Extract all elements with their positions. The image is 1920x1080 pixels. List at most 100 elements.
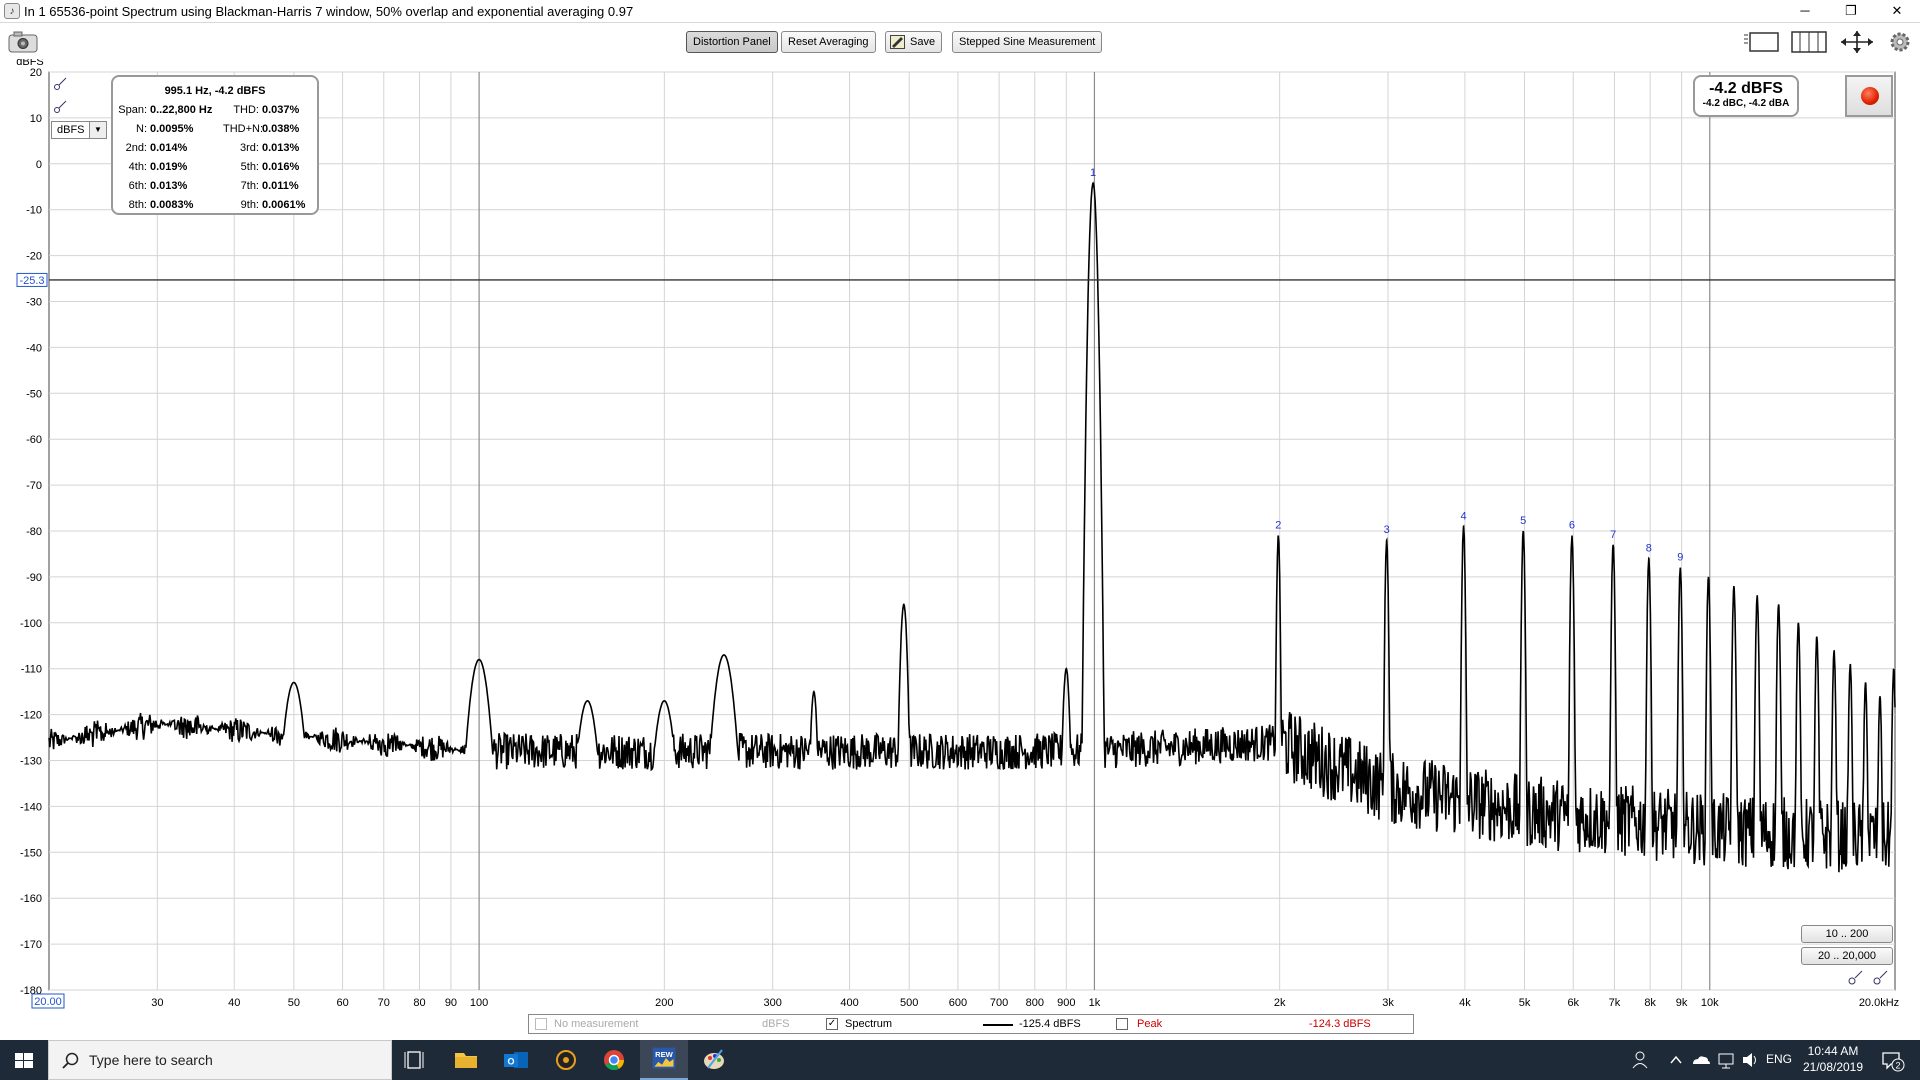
- chevron-up-icon[interactable]: [1668, 1040, 1684, 1080]
- peak-checkbox[interactable]: [1116, 1018, 1128, 1030]
- h6-row: 6th: 0.013%: [117, 180, 188, 192]
- h7-label: 7th:: [240, 180, 259, 192]
- h4-row: 4th: 0.019%: [117, 161, 188, 173]
- onedrive-icon[interactable]: [1690, 1040, 1710, 1080]
- x-tick-label: 3k: [1382, 997, 1394, 1009]
- y-tick-label: -130: [20, 756, 42, 768]
- stepped-sine-button[interactable]: Stepped Sine Measurement: [952, 31, 1103, 53]
- peak-value: -124.3 dBFS: [1309, 1018, 1371, 1030]
- title-bar: ♪ In 1 65536-point Spectrum using Blackm…: [0, 0, 1920, 23]
- x-tick-label: 800: [1026, 997, 1044, 1009]
- gear-icon[interactable]: [1888, 30, 1912, 56]
- people-icon[interactable]: [1630, 1040, 1652, 1080]
- h7-row: 7th: 0.011%: [223, 180, 299, 192]
- restore-button[interactable]: ❐: [1828, 0, 1874, 22]
- h9-row: 9th: 0.0061%: [223, 199, 306, 211]
- file-explorer-icon[interactable]: [442, 1040, 490, 1080]
- camera-icon[interactable]: [8, 31, 38, 57]
- y-tick-label: -10: [26, 205, 42, 217]
- level-cursor-label: -25.3: [19, 275, 44, 287]
- n-row: N: 0.0095%: [117, 123, 193, 135]
- outlook-icon[interactable]: O: [492, 1040, 540, 1080]
- h9-value: 0.0061%: [262, 199, 306, 211]
- h5-label: 5th:: [240, 161, 259, 173]
- network-icon[interactable]: [1716, 1040, 1736, 1080]
- pan-arrows-icon[interactable]: [1838, 29, 1876, 55]
- h6-value: 0.013%: [150, 180, 188, 192]
- thdn-value: 0.038%: [262, 123, 300, 135]
- y-tick-label: -100: [20, 618, 42, 630]
- thdn-label: THD+N:: [223, 123, 264, 135]
- thd-row: THD: 0.037%: [223, 104, 299, 116]
- notification-count: 2: [1895, 1061, 1900, 1071]
- rew-app-icon[interactable]: REW: [640, 1040, 688, 1080]
- x-tick-label: 6k: [1567, 997, 1579, 1009]
- x-tick-label: 9k: [1676, 997, 1688, 1009]
- harmonic-label: 1: [1090, 167, 1096, 179]
- y-tick-label: -80: [26, 526, 42, 538]
- minimize-button[interactable]: ─: [1782, 0, 1828, 22]
- y-tick-label: -160: [20, 893, 42, 905]
- distortion-panel: 995.1 Hz, -4.2 dBFS Span: 0..22,800 Hz TH…: [111, 75, 319, 215]
- app-icon[interactable]: ♪: [4, 3, 20, 19]
- windows-start-icon[interactable]: [0, 1040, 48, 1080]
- range-10-200-button[interactable]: 10 .. 200: [1801, 925, 1893, 943]
- level-sub: -4.2 dBC, -4.2 dBA: [1702, 98, 1790, 109]
- language-indicator[interactable]: ENG: [1766, 1052, 1792, 1066]
- record-button[interactable]: [1845, 75, 1893, 117]
- close-button[interactable]: ✕: [1874, 0, 1920, 22]
- y-tick-label: -50: [26, 388, 42, 400]
- save-button[interactable]: Save: [885, 31, 943, 53]
- harmonic-label: 2: [1275, 520, 1281, 532]
- unit-select[interactable]: dBFS ▼: [51, 121, 107, 139]
- unit-select-value: dBFS: [57, 124, 85, 136]
- save-icon: [890, 35, 905, 49]
- taskbar-search[interactable]: Type here to search: [48, 1040, 392, 1080]
- no-measurement-label: No measurement: [554, 1018, 639, 1030]
- x-tick-label: 2k: [1274, 997, 1286, 1009]
- h9-label: 9th:: [240, 199, 259, 211]
- search-icon: [62, 1052, 79, 1069]
- distortion-header: 995.1 Hz, -4.2 dBFS: [164, 85, 266, 97]
- x-tick-label: 60: [336, 997, 348, 1009]
- h2-label: 2nd:: [125, 142, 147, 154]
- h2-value: 0.014%: [150, 142, 188, 154]
- x-tick-label: 80: [413, 997, 425, 1009]
- clock[interactable]: 10:44 AM 21/08/2019: [1800, 1044, 1866, 1074]
- reset-averaging-button[interactable]: Reset Averaging: [781, 31, 876, 53]
- x-tick-label: 50: [288, 997, 300, 1009]
- h8-value: 0.0083%: [150, 199, 194, 211]
- thdn-row: THD+N:0.038%: [223, 123, 299, 135]
- harmonic-label: 3: [1384, 524, 1390, 536]
- notification-icon[interactable]: 2: [1878, 1040, 1908, 1080]
- vertical-grid-icon[interactable]: [1790, 29, 1828, 55]
- x-tick-label: 500: [900, 997, 918, 1009]
- harmonic-label: 8: [1646, 543, 1652, 555]
- h8-label: 8th:: [128, 199, 147, 211]
- level-cursor-label-group: -25.3: [16, 272, 48, 287]
- h3-label: 3rd:: [240, 142, 259, 154]
- volume-icon[interactable]: [1740, 1040, 1760, 1080]
- paint-app-icon[interactable]: [690, 1040, 738, 1080]
- graph-layout-icon[interactable]: [1742, 29, 1780, 55]
- x-start-label-group: 20.00: [31, 993, 65, 1009]
- spectrum-checkbox[interactable]: ✓: [826, 1018, 838, 1030]
- y-axis-tick-labels: 20 10 0 -10 -20 -30 -40 -50 -60 -70 -80 -90 -100 -110…: [20, 67, 42, 997]
- range-20-20000-button[interactable]: 20 .. 20,000: [1801, 947, 1893, 965]
- h7-value: 0.011%: [262, 180, 299, 192]
- chevron-down-icon[interactable]: ▼: [89, 122, 106, 138]
- x-start-label[interactable]: 20.00: [34, 996, 62, 1008]
- no-measurement-checkbox[interactable]: [535, 1018, 547, 1030]
- x-axis-tick-labels: 30 40 50 60 70 80 90 100 200 300 400 500 600 700 800 90…: [151, 997, 1899, 1009]
- x-tick-label: 8k: [1644, 997, 1656, 1009]
- y-tick-label: -110: [21, 664, 42, 676]
- y-tick-label: 0: [36, 159, 42, 171]
- clock-time: 10:44 AM: [1807, 1044, 1859, 1058]
- x-tick-label: 200: [655, 997, 673, 1009]
- distortion-panel-button[interactable]: Distortion Panel: [686, 31, 778, 53]
- chrome-icon[interactable]: [590, 1040, 638, 1080]
- y-tick-label: -170: [20, 939, 42, 951]
- task-view-icon[interactable]: [392, 1040, 440, 1080]
- media-app-icon[interactable]: [542, 1040, 590, 1080]
- h3-value: 0.013%: [262, 142, 300, 154]
